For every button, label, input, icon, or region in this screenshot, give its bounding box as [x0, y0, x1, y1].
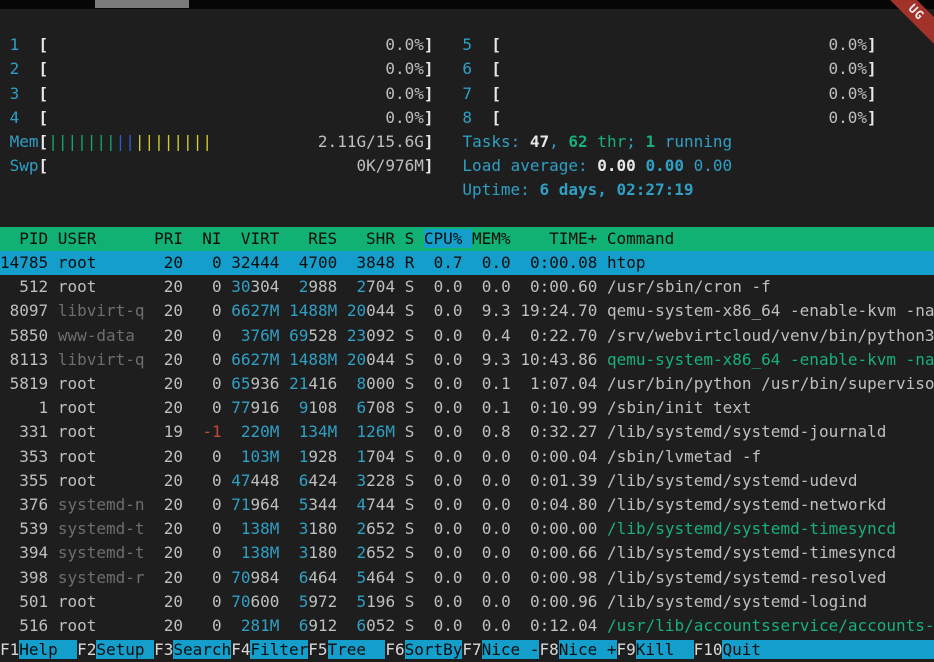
process-row[interactable]: 5819 root 20 0 65936 21416 8000 S 0.0 0.…: [0, 372, 934, 396]
process-row[interactable]: 5850 www-data 20 0 376M 69528 23092 S 0.…: [0, 324, 934, 348]
fkey-sortby[interactable]: F6: [385, 640, 404, 659]
process-row[interactable]: 8097 libvirt-q 20 0 6627M 1488M 20044 S …: [0, 299, 934, 323]
table-header[interactable]: PID USER PRI NI VIRT RES SHR S CPU% MEM%…: [0, 227, 934, 251]
process-row[interactable]: 539 systemd-t 20 0 138M 3180 2652 S 0.0 …: [0, 517, 934, 541]
cpu-meter-row: 4 [ 0.0%] 8 [ 0.0%]: [0, 106, 934, 130]
process-row[interactable]: 516 root 20 0 281M 6912 6052 S 0.0 0.0 0…: [0, 614, 934, 638]
process-row[interactable]: 8113 libvirt-q 20 0 6627M 1488M 20044 S …: [0, 348, 934, 372]
process-row[interactable]: 355 root 20 0 47448 6424 3228 S 0.0 0.0 …: [0, 469, 934, 493]
mem-meter-row: Mem[||||||||||||||||| 2.11G/15.6G] Tasks…: [0, 130, 934, 154]
process-row[interactable]: 398 systemd-r 20 0 70984 6464 5464 S 0.0…: [0, 566, 934, 590]
htop-terminal: UG 1 [ 0.0%] 5 [ 0.0%] 2 [ 0.0%] 6 [ 0.0…: [0, 0, 934, 662]
cpu-meter-row: 2 [ 0.0%] 6 [ 0.0%]: [0, 57, 934, 81]
process-row[interactable]: 394 systemd-t 20 0 138M 3180 2652 S 0.0 …: [0, 541, 934, 565]
fkey-setup[interactable]: F2: [77, 640, 96, 659]
fkey-nice-[interactable]: F7: [462, 640, 481, 659]
process-row[interactable]: 512 root 20 0 30304 2988 2704 S 0.0 0.0 …: [0, 275, 934, 299]
fkey-tree[interactable]: F5: [308, 640, 327, 659]
process-row[interactable]: 501 root 20 0 70600 5972 5196 S 0.0 0.0 …: [0, 590, 934, 614]
uptime-row: Uptime: 6 days, 02:27:19: [0, 178, 934, 202]
swap-meter-row: Swp[ 0K/976M] Load average: 0.00 0.00 0.…: [0, 154, 934, 178]
process-row[interactable]: 1 root 20 0 77916 9108 6708 S 0.0 0.1 0:…: [0, 396, 934, 420]
blank-line: [0, 203, 934, 227]
cpu-meter-row: 3 [ 0.0%] 7 [ 0.0%]: [0, 82, 934, 106]
fkey-kill[interactable]: F9: [617, 640, 636, 659]
process-row[interactable]: 14785 root 20 0 32444 4700 3848 R 0.7 0.…: [0, 251, 934, 275]
fkey-help[interactable]: F1: [0, 640, 19, 659]
process-row[interactable]: 376 systemd-n 20 0 71964 5344 4744 S 0.0…: [0, 493, 934, 517]
fkey-nice-[interactable]: F8: [539, 640, 558, 659]
fkey-search[interactable]: F3: [154, 640, 173, 659]
function-key-bar: F1Help F2Setup F3SearchF4FilterF5Tree F6…: [0, 638, 934, 662]
process-row[interactable]: 331 root 19 -1 220M 134M 126M S 0.0 0.8 …: [0, 420, 934, 444]
cpu-meter-row: 1 [ 0.0%] 5 [ 0.0%]: [0, 33, 934, 57]
fkey-filter[interactable]: F4: [231, 640, 250, 659]
window-tab-fragment[interactable]: [95, 0, 189, 8]
process-row[interactable]: 353 root 20 0 103M 1928 1704 S 0.0 0.0 0…: [0, 445, 934, 469]
blank-line: [0, 9, 934, 33]
fkey-quit[interactable]: F10: [694, 640, 723, 659]
